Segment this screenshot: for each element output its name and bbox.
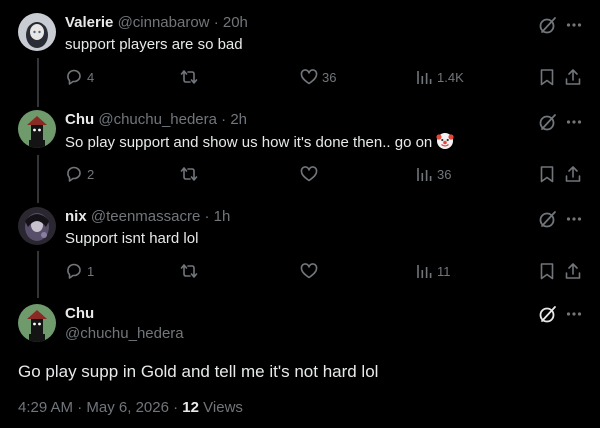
- repost-icon: [180, 167, 198, 181]
- reply-icon: [67, 263, 81, 279]
- views-icon: [417, 168, 432, 181]
- display-name[interactable]: Valerie: [65, 14, 113, 31]
- views-icon: [417, 265, 432, 278]
- action-bar: 4 36 1.4K: [65, 67, 582, 87]
- post-top-icons: [522, 209, 582, 229]
- repost-button[interactable]: [180, 261, 202, 281]
- reply-button[interactable]: 2: [65, 164, 94, 184]
- bookmark-button[interactable]: [538, 164, 556, 184]
- timestamp[interactable]: 1h: [214, 208, 231, 225]
- reply-count: 4: [87, 69, 95, 85]
- repost-button[interactable]: [180, 164, 202, 184]
- action-bar: 1 11: [65, 261, 582, 281]
- like-icon: [300, 69, 318, 85]
- share-button[interactable]: [564, 164, 582, 184]
- separator: ·: [204, 208, 210, 225]
- avatar[interactable]: [18, 304, 56, 342]
- post-header: Chu @chuchu_hedera · 2h: [65, 110, 247, 130]
- views-count: 1.4K: [437, 69, 464, 85]
- post-top-icons: [522, 112, 582, 132]
- display-name[interactable]: Chu: [65, 111, 94, 128]
- avatar[interactable]: [18, 207, 56, 245]
- post-time[interactable]: 4:29 AM: [18, 399, 73, 416]
- post-text-row: So play support and show us how it's don…: [65, 132, 454, 153]
- bookmark-button[interactable]: [538, 67, 556, 87]
- share-button[interactable]: [564, 67, 582, 87]
- avatar[interactable]: [18, 110, 56, 148]
- more-icon[interactable]: [566, 304, 582, 329]
- timestamp[interactable]: 2h: [230, 111, 247, 128]
- separator: ·: [173, 399, 179, 416]
- like-button[interactable]: 36: [300, 67, 336, 87]
- reply-button[interactable]: 4: [65, 67, 94, 87]
- more-icon[interactable]: [566, 112, 582, 137]
- post-text: Support isnt hard lol: [65, 230, 199, 247]
- grok-icon[interactable]: [538, 304, 558, 329]
- action-bar: 2 36: [65, 164, 582, 184]
- reply-icon: [67, 69, 81, 85]
- thread-post[interactable]: nix @teenmassacre · 1h Support isnt hard…: [0, 207, 600, 287]
- post-text: So play support and show us how it's don…: [65, 134, 433, 151]
- handle-row: @chuchu_hedera: [65, 324, 184, 344]
- avatar[interactable]: [18, 13, 56, 51]
- views-count: 11: [437, 263, 451, 279]
- grok-icon[interactable]: [538, 209, 558, 234]
- bookmark-icon: [540, 166, 554, 183]
- repost-icon: [180, 264, 198, 278]
- repost-button[interactable]: [180, 67, 202, 87]
- display-name[interactable]: nix: [65, 208, 87, 225]
- handle[interactable]: @cinnabarow: [118, 14, 210, 31]
- thread-post[interactable]: Chu @chuchu_hedera · 2h So play support …: [0, 110, 600, 190]
- more-icon[interactable]: [566, 15, 582, 40]
- post-top-icons: [522, 304, 582, 324]
- separator: ·: [77, 399, 83, 416]
- post-date[interactable]: May 6, 2026: [86, 399, 169, 416]
- timestamp[interactable]: 20h: [223, 14, 248, 31]
- views-button[interactable]: 1.4K: [415, 67, 464, 87]
- reply-icon: [67, 166, 81, 182]
- separator: ·: [213, 14, 219, 31]
- share-button[interactable]: [564, 261, 582, 281]
- grok-icon[interactable]: [538, 15, 558, 40]
- views-button[interactable]: 11: [415, 261, 451, 281]
- handle[interactable]: @chuchu_hedera: [98, 111, 217, 128]
- post-header: Valerie @cinnabarow · 20h: [65, 13, 248, 33]
- bookmark-button[interactable]: [538, 261, 556, 281]
- share-icon: [565, 69, 581, 85]
- like-button[interactable]: [300, 164, 322, 184]
- like-count: 36: [322, 69, 337, 85]
- main-post-text: Go play supp in Gold and tell me it's no…: [18, 362, 379, 381]
- bookmark-icon: [540, 263, 554, 280]
- like-icon: [300, 166, 318, 182]
- like-button[interactable]: [300, 261, 322, 281]
- display-name[interactable]: Chu: [65, 305, 94, 322]
- handle[interactable]: @teenmassacre: [91, 208, 200, 225]
- thread-post[interactable]: Valerie @cinnabarow · 20h support player…: [0, 13, 600, 93]
- post-header: Chu: [65, 304, 94, 324]
- views-icon: [417, 71, 432, 84]
- share-icon: [565, 263, 581, 279]
- reply-count: 2: [87, 166, 95, 182]
- post-text: support players are so bad: [65, 36, 243, 53]
- views-label: Views: [203, 399, 243, 416]
- repost-icon: [180, 70, 198, 84]
- more-icon[interactable]: [566, 209, 582, 234]
- grok-icon[interactable]: [538, 112, 558, 137]
- reply-count: 1: [87, 263, 95, 279]
- views-button[interactable]: 36: [415, 164, 451, 184]
- reply-button[interactable]: 1: [65, 261, 94, 281]
- views-count: 12: [182, 399, 199, 416]
- share-icon: [565, 166, 581, 182]
- post-header: nix @teenmassacre · 1h: [65, 207, 230, 227]
- post-top-icons: [522, 15, 582, 35]
- views-count: 36: [437, 166, 452, 182]
- clown-face-icon: [436, 133, 454, 149]
- separator: ·: [221, 111, 227, 128]
- bookmark-icon: [540, 69, 554, 86]
- post-meta: 4:29 AM · May 6, 2026 · 12 Views: [18, 398, 243, 418]
- like-icon: [300, 263, 318, 279]
- handle[interactable]: @chuchu_hedera: [65, 325, 184, 342]
